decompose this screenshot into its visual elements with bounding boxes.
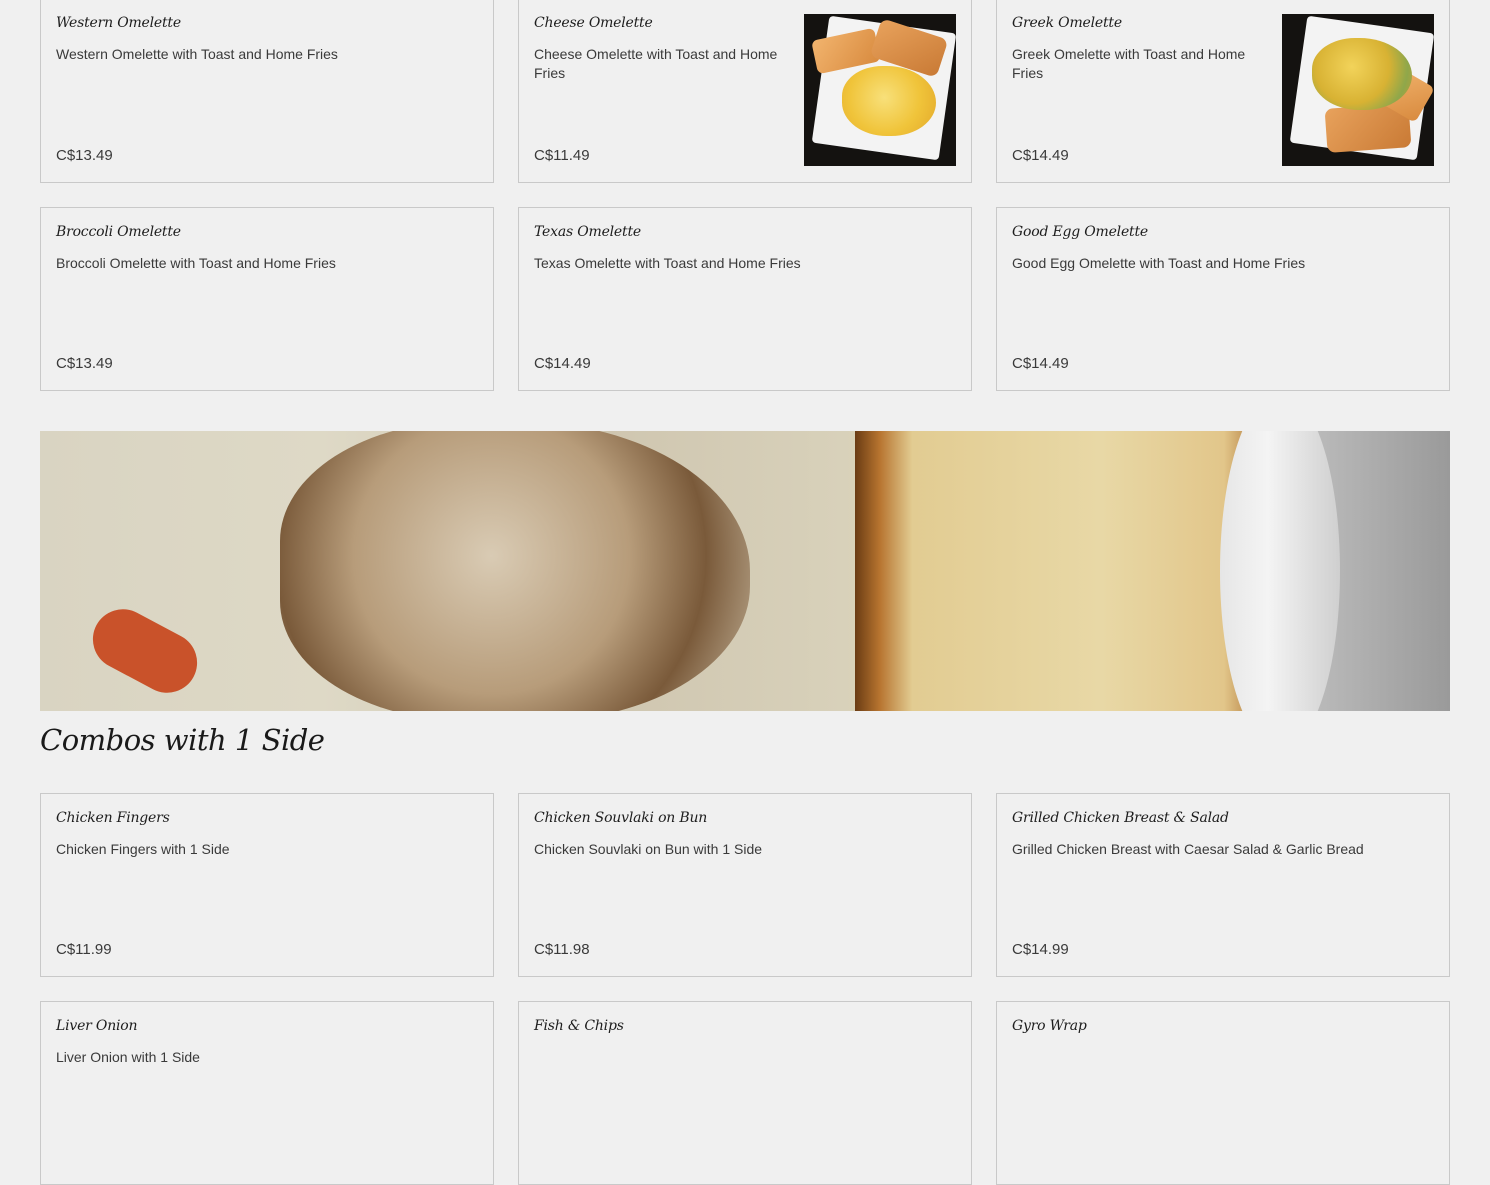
menu-item-card[interactable]: Texas Omelette Texas Omelette with Toast… — [518, 207, 972, 391]
menu-item-description: Chicken Souvlaki on Bun with 1 Side — [534, 841, 763, 857]
combo-grid-row-2: Liver Onion Liver Onion with 1 Side Fish… — [40, 1001, 1450, 1185]
menu-item-price: C$11.49 — [534, 147, 590, 164]
combo-grid-row-1: Chicken Fingers Chicken Fingers with 1 S… — [40, 793, 1450, 977]
menu-item-card[interactable]: Broccoli Omelette Broccoli Omelette with… — [40, 207, 494, 391]
menu-item-name: Western Omelette — [56, 15, 181, 31]
omelette-grid-row-2: Broccoli Omelette Broccoli Omelette with… — [40, 207, 1450, 391]
menu-item-price: C$13.49 — [56, 147, 113, 164]
menu-item-name: Broccoli Omelette — [56, 224, 181, 240]
menu-item-card[interactable]: Good Egg Omelette Good Egg Omelette with… — [996, 207, 1450, 391]
menu-item-price: C$14.99 — [1012, 941, 1069, 958]
menu-item-name: Liver Onion — [56, 1018, 138, 1034]
menu-item-description: Greek Omelette with Toast and Home Fries — [1012, 46, 1246, 81]
menu-item-card[interactable]: Fish & Chips — [518, 1001, 972, 1185]
menu-item-name: Grilled Chicken Breast & Salad — [1012, 810, 1229, 826]
menu-item-description: Texas Omelette with Toast and Home Fries — [534, 255, 801, 271]
omelette-shape — [1312, 38, 1412, 110]
menu-item-name: Good Egg Omelette — [1012, 224, 1148, 240]
menu-item-name: Gyro Wrap — [1012, 1018, 1087, 1034]
menu-item-description: Broccoli Omelette with Toast and Home Fr… — [56, 255, 336, 271]
menu-item-name: Chicken Fingers — [56, 810, 170, 826]
menu-item-card[interactable]: Liver Onion Liver Onion with 1 Side — [40, 1001, 494, 1185]
grilled-chicken-shape — [280, 431, 750, 711]
menu-item-price: C$13.49 — [56, 355, 113, 372]
menu-item-price: C$11.99 — [56, 941, 112, 958]
menu-item-name: Texas Omelette — [534, 224, 641, 240]
plate-rim-shape — [1220, 431, 1340, 711]
menu-item-card[interactable]: Western Omelette Western Omelette with T… — [40, 0, 494, 183]
menu-item-photo[interactable] — [804, 14, 956, 166]
section-title: Combos with 1 Side — [40, 723, 325, 757]
menu-item-description: Chicken Fingers with 1 Side — [56, 841, 230, 857]
menu-item-description: Good Egg Omelette with Toast and Home Fr… — [1012, 255, 1306, 271]
menu-item-photo[interactable] — [1282, 14, 1434, 166]
menu-item-price: C$14.49 — [1012, 355, 1069, 372]
combos-banner-image — [40, 431, 1450, 711]
menu-item-price: C$14.49 — [534, 355, 591, 372]
menu-item-card[interactable]: Grilled Chicken Breast & Salad Grilled C… — [996, 793, 1450, 977]
menu-item-price: C$14.49 — [1012, 147, 1069, 164]
omelette-grid-row-1: Western Omelette Western Omelette with T… — [40, 0, 1450, 183]
menu-item-description: Liver Onion with 1 Side — [56, 1049, 200, 1065]
garlic-bread-shape — [855, 431, 1265, 711]
menu-item-card[interactable]: Cheese Omelette Cheese Omelette with Toa… — [518, 0, 972, 183]
menu-item-card[interactable]: Chicken Fingers Chicken Fingers with 1 S… — [40, 793, 494, 977]
menu-item-description: Western Omelette with Toast and Home Fri… — [56, 46, 338, 62]
menu-item-card[interactable]: Gyro Wrap — [996, 1001, 1450, 1185]
pepper-shape — [82, 598, 208, 704]
menu-item-name: Chicken Souvlaki on Bun — [534, 810, 708, 826]
menu-item-name: Fish & Chips — [534, 1018, 624, 1034]
menu-item-card[interactable]: Greek Omelette Greek Omelette with Toast… — [996, 0, 1450, 183]
menu-item-description: Cheese Omelette with Toast and Home Frie… — [534, 46, 778, 81]
menu-item-price: C$11.98 — [534, 941, 590, 958]
omelette-shape — [842, 66, 936, 136]
menu-item-description: Grilled Chicken Breast with Caesar Salad… — [1012, 841, 1364, 857]
menu-item-card[interactable]: Chicken Souvlaki on Bun Chicken Souvlaki… — [518, 793, 972, 977]
